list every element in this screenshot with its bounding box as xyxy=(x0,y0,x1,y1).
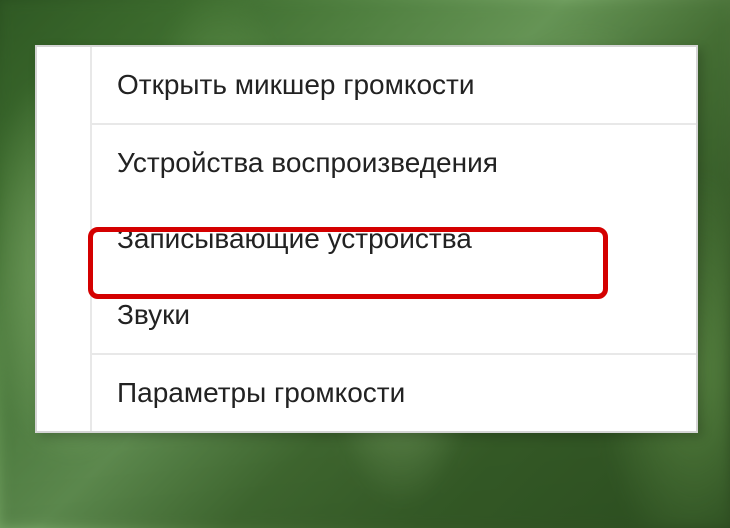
menu-item-label: Звуки xyxy=(117,299,190,330)
menu-item-recording-devices[interactable]: Записывающие устройства xyxy=(92,201,696,277)
menu-item-label: Открыть микшер громкости xyxy=(117,69,474,100)
menu-item-label: Параметры громкости xyxy=(117,377,405,408)
menu-item-label: Записывающие устройства xyxy=(117,223,472,254)
menu-item-open-mixer[interactable]: Открыть микшер громкости xyxy=(92,47,696,123)
menu-item-label: Устройства воспроизведения xyxy=(117,147,498,178)
menu-item-playback-devices[interactable]: Устройства воспроизведения xyxy=(92,125,696,201)
volume-context-menu: Открыть микшер громкости Устройства восп… xyxy=(35,45,698,433)
menu-item-volume-options[interactable]: Параметры громкости xyxy=(92,355,696,431)
menu-icon-gutter xyxy=(37,47,92,431)
menu-item-sounds[interactable]: Звуки xyxy=(92,277,696,353)
